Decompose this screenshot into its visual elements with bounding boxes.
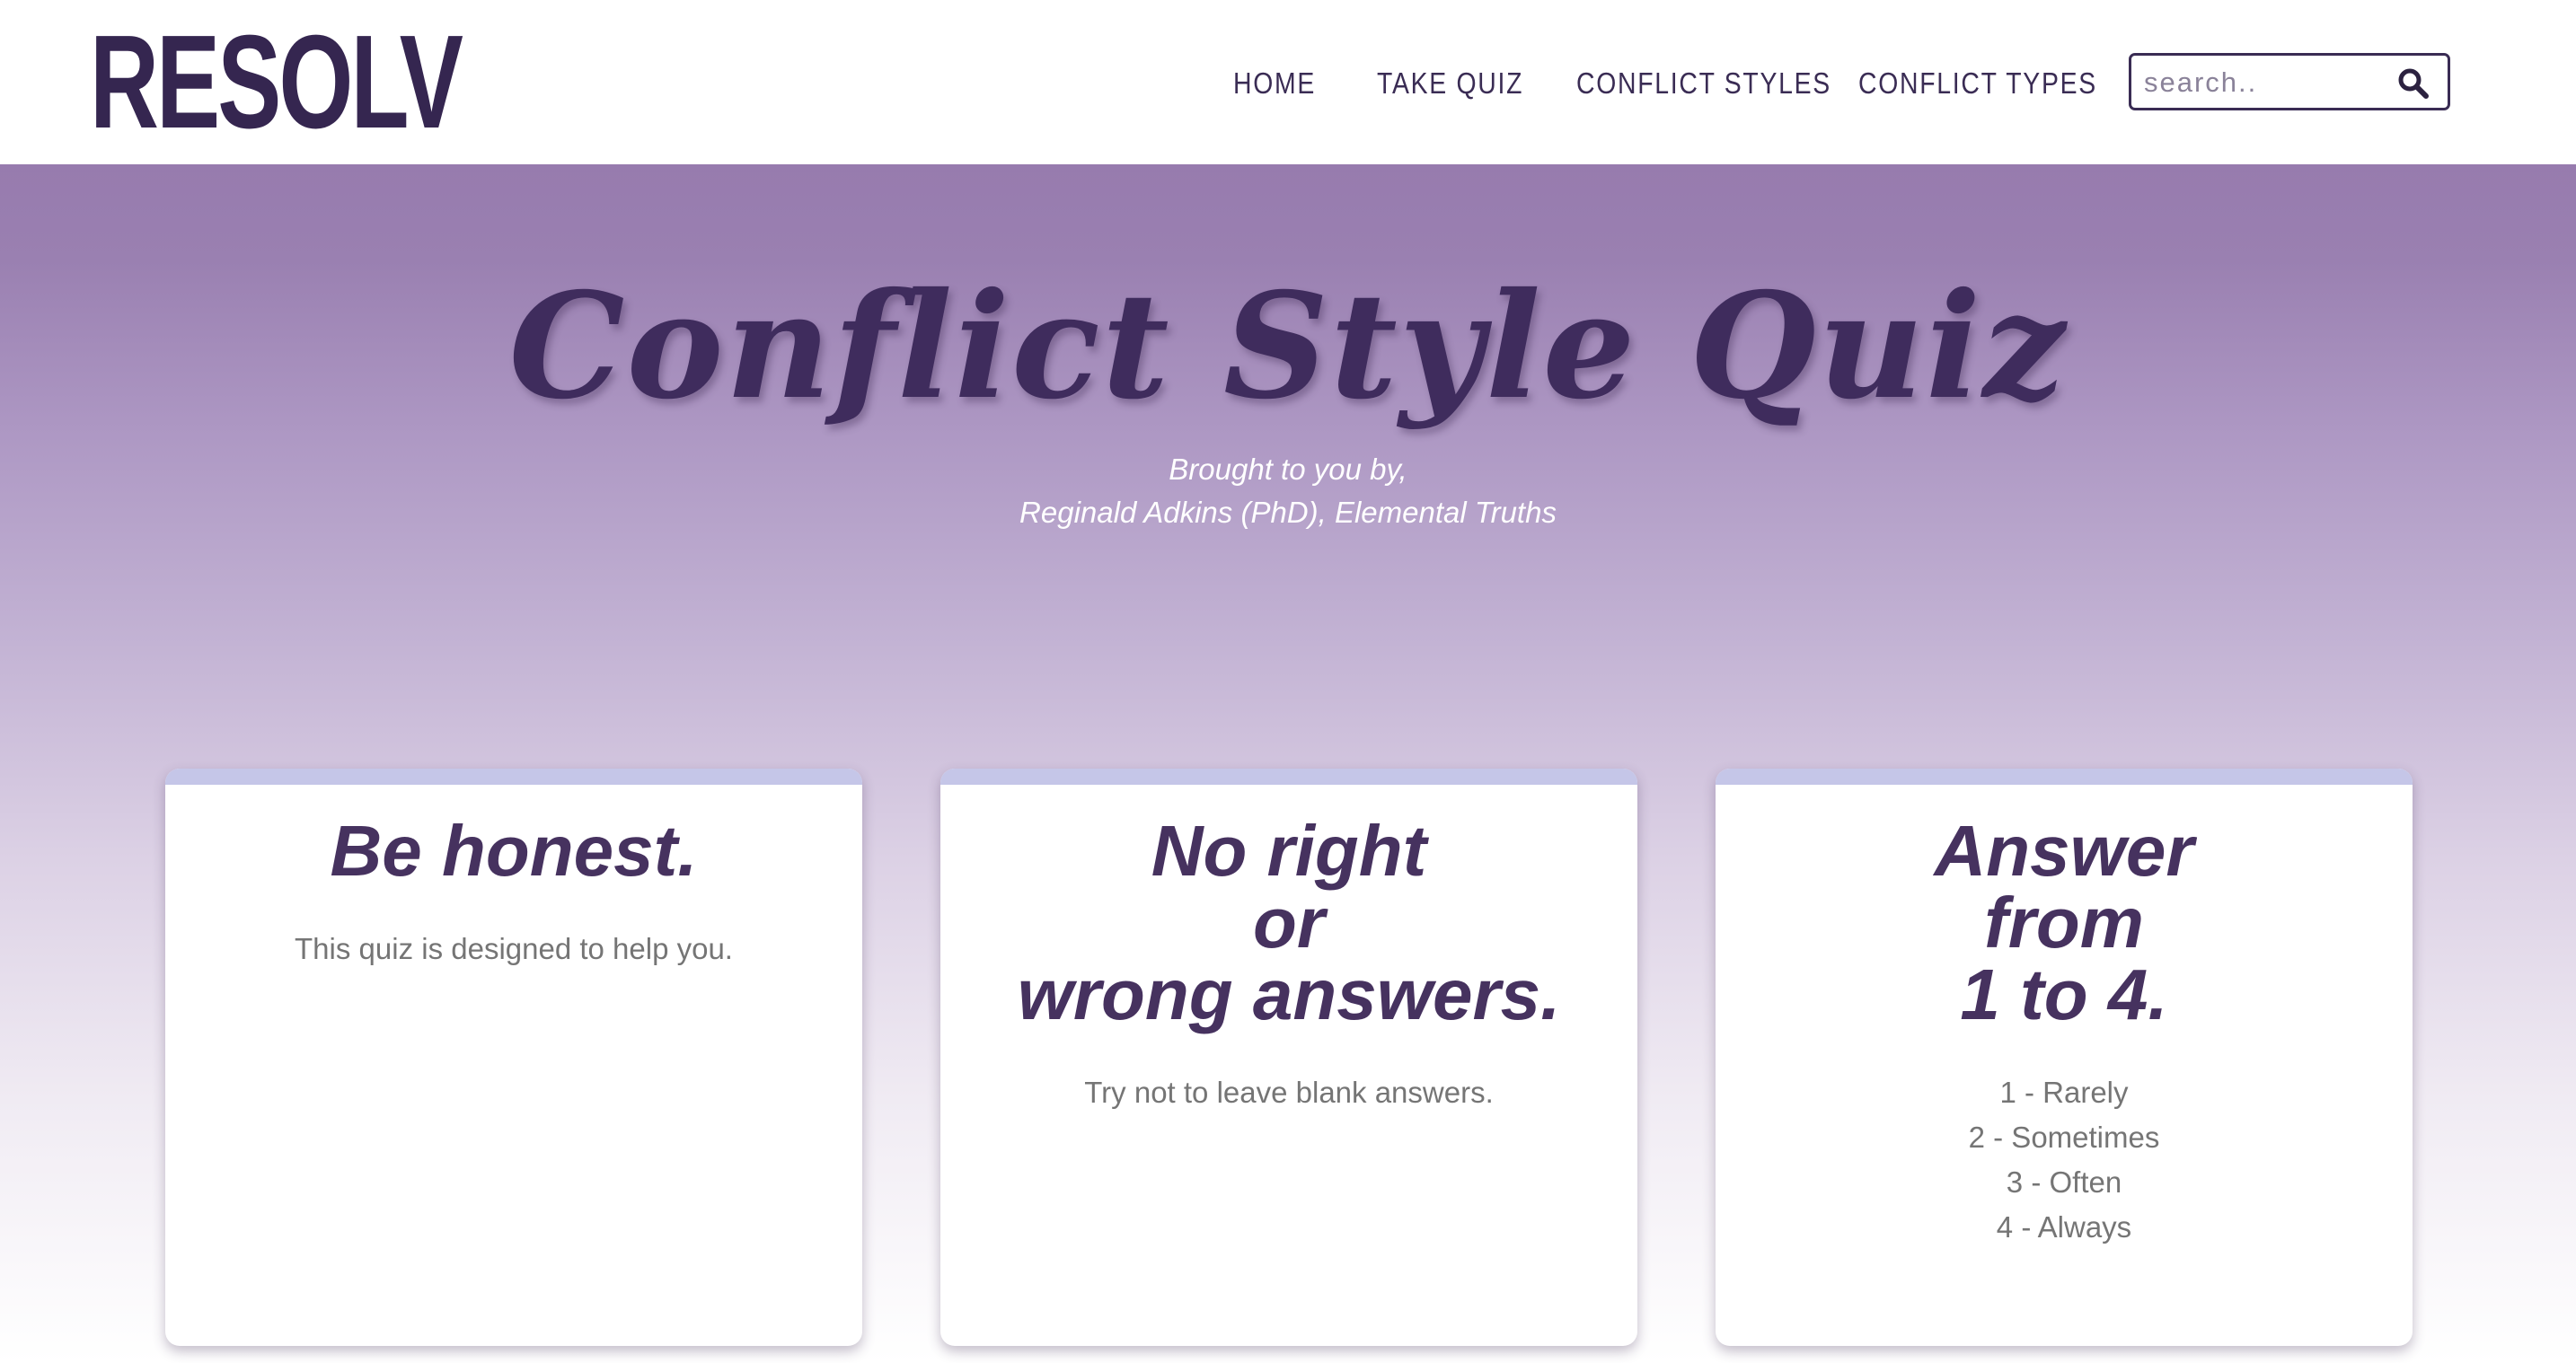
card-text: This quiz is designed to help you. bbox=[295, 932, 733, 965]
card-text: Try not to leave blank answers. bbox=[1084, 1076, 1494, 1109]
card-heading-line: Be honest. bbox=[330, 811, 698, 891]
scale-item: 3 - Often bbox=[2006, 1165, 2122, 1199]
card-heading-line: No right bbox=[1151, 811, 1427, 891]
nav-conflict-styles[interactable]: CONFLICT STYLES bbox=[1576, 63, 1831, 104]
card-heading-line: Answer bbox=[1934, 811, 2194, 891]
search-icon[interactable] bbox=[2397, 67, 2430, 100]
scale-item: 4 - Always bbox=[1996, 1210, 2132, 1244]
nav-conflict-types[interactable]: CONFLICT TYPES bbox=[1858, 63, 2097, 104]
byline-intro: Brought to you by, bbox=[1169, 453, 1407, 486]
answer-scale-list: 1 - Rarely 2 - Sometimes 3 - Often 4 - A… bbox=[1716, 1070, 2413, 1250]
instruction-card-no-wrong-answers: No right or wrong answers. Try not to le… bbox=[940, 769, 1637, 1346]
card-heading-line: 1 to 4. bbox=[1960, 954, 2168, 1034]
logo[interactable]: RESOLV bbox=[90, 16, 463, 149]
nav-take-quiz[interactable]: TAKE QUIZ bbox=[1377, 63, 1523, 104]
site-header: RESOLV HOME TAKE QUIZ CONFLICT STYLES CO… bbox=[0, 0, 2576, 164]
byline-author: Reginald Adkins (PhD), Elemental Truths bbox=[1019, 496, 1557, 529]
instruction-card-answer-scale: Answer from 1 to 4. 1 - Rarely 2 - Somet… bbox=[1716, 769, 2413, 1346]
card-heading-line: from bbox=[1984, 883, 2144, 963]
card-heading: Answer from 1 to 4. bbox=[1716, 815, 2413, 1031]
card-heading: Be honest. bbox=[165, 815, 862, 887]
search-input[interactable] bbox=[2144, 63, 2386, 102]
nav-home[interactable]: HOME bbox=[1233, 63, 1316, 104]
card-heading: No right or wrong answers. bbox=[940, 815, 1637, 1031]
scale-item: 1 - Rarely bbox=[1999, 1076, 2129, 1109]
hero-section: Conflict Style Quiz Brought to you by, R… bbox=[0, 164, 2576, 1363]
page-title: Conflict Style Quiz bbox=[508, 261, 2068, 432]
scale-item: 2 - Sometimes bbox=[1968, 1121, 2160, 1154]
instruction-card-honest: Be honest. This quiz is designed to help… bbox=[165, 769, 862, 1346]
card-heading-line: wrong answers. bbox=[1017, 954, 1561, 1034]
card-heading-line: or bbox=[1253, 883, 1325, 963]
search-box bbox=[2129, 53, 2450, 110]
